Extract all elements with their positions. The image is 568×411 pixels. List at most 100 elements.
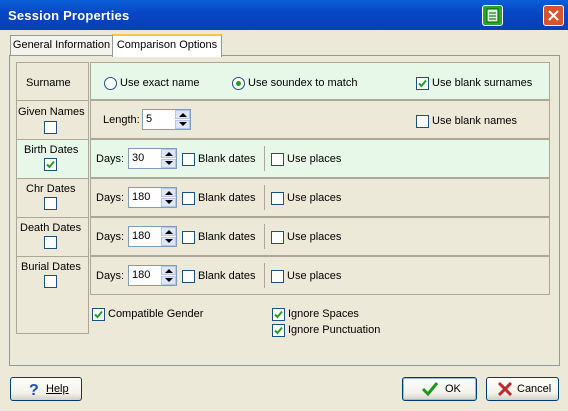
down-arrow-icon [179,122,187,126]
chr-dates-checkbox[interactable] [44,197,57,210]
divider [264,185,265,210]
divider [17,100,88,101]
compatible-gender-label: Compatible Gender [108,308,204,320]
death-blank-dates-label: Blank dates [198,231,256,243]
spin-down-button[interactable] [161,159,176,168]
chr-use-places-checkbox[interactable] [271,192,284,205]
chr-blank-dates-label: Blank dates [198,192,256,204]
birth-dates-checkbox[interactable] [44,158,57,171]
birth-blank-dates-checkbox[interactable] [182,153,195,166]
burial-use-places-label: Use places [287,270,342,282]
death-dates-label: Death Dates [20,222,82,234]
death-use-places-label: Use places [287,231,342,243]
up-arrow-icon [165,269,173,273]
help-button[interactable]: ? Help [10,377,82,401]
down-arrow-icon [165,239,173,243]
help-label: Help [46,383,69,395]
spin-down-button[interactable] [161,237,176,246]
window-icon-button[interactable] [482,5,503,26]
death-blank-dates-checkbox[interactable] [182,231,195,244]
chr-blank-dates-checkbox[interactable] [182,192,195,205]
chr-days-value: 180 [132,191,151,203]
chr-days-spinner[interactable]: 180 [128,187,177,208]
days-label: Days: [96,192,125,204]
days-label: Days: [96,231,125,243]
spin-up-button[interactable] [161,188,176,197]
tab-comparison-options[interactable]: Comparison Options [112,34,222,57]
use-blank-surnames-checkbox[interactable] [416,77,429,90]
divider [264,146,265,171]
birth-use-places-label: Use places [287,153,342,165]
surname-label: Surname [26,77,71,89]
divider [264,263,265,288]
death-days-spinner[interactable]: 180 [128,226,177,247]
cancel-x-icon [497,381,513,397]
divider [17,256,88,257]
spin-down-button[interactable] [175,120,190,129]
use-soundex-radio[interactable] [232,77,245,90]
spin-down-button[interactable] [161,198,176,207]
tab-label: Comparison Options [116,39,218,51]
birth-days-value: 30 [132,152,145,164]
up-arrow-icon [165,230,173,234]
ignore-spaces-checkbox[interactable] [272,308,285,321]
svg-text:?: ? [29,382,39,397]
spin-up-button[interactable] [161,149,176,158]
tab-label: General Information [12,39,111,51]
cancel-label: Cancel [517,383,552,395]
use-blank-names-checkbox[interactable] [416,115,429,128]
ignore-punctuation-checkbox[interactable] [272,324,285,337]
use-soundex-label: Use soundex to match [248,77,358,89]
tab-general-information[interactable]: General Information [10,35,113,55]
use-exact-name-radio[interactable] [104,77,117,90]
spin-up-button[interactable] [175,110,190,119]
down-arrow-icon [165,278,173,282]
birth-dates-label: Birth Dates [24,144,79,156]
help-icon: ? [29,382,39,397]
burial-blank-dates-label: Blank dates [198,270,256,282]
spin-down-button[interactable] [161,276,176,285]
given-names-checkbox[interactable] [44,121,57,134]
divider [17,178,88,179]
given-names-label: Given Names [18,106,85,118]
length-label: Length: [103,114,140,126]
spin-up-button[interactable] [161,227,176,236]
checkmark-icon [418,79,427,88]
checkmark-icon [46,160,55,169]
close-button[interactable] [543,5,564,26]
use-blank-names-label: Use blank names [432,115,517,127]
days-label: Days: [96,270,125,282]
ignore-punctuation-label: Ignore Punctuation [288,324,381,336]
divider [264,224,265,249]
burial-days-spinner[interactable]: 180 [128,265,177,286]
death-dates-checkbox[interactable] [44,236,57,249]
length-spinner[interactable]: 5 [142,109,191,130]
cancel-button[interactable]: Cancel [486,377,559,401]
birth-use-places-checkbox[interactable] [271,153,284,166]
ok-button[interactable]: OK [402,377,477,401]
checkmark-icon [274,310,283,319]
use-blank-surnames-label: Use blank surnames [432,77,533,89]
spin-up-button[interactable] [161,266,176,275]
divider [17,217,88,218]
close-icon [548,10,559,21]
chr-dates-label: Chr Dates [26,183,76,195]
ignore-spaces-label: Ignore Spaces [288,308,359,320]
session-icon [486,8,499,23]
ok-label: OK [445,383,461,395]
burial-days-value: 180 [132,269,151,281]
birth-days-spinner[interactable]: 30 [128,148,177,169]
burial-use-places-checkbox[interactable] [271,270,284,283]
death-use-places-checkbox[interactable] [271,231,284,244]
down-arrow-icon [165,200,173,204]
chr-use-places-label: Use places [287,192,342,204]
burial-blank-dates-checkbox[interactable] [182,270,195,283]
burial-dates-checkbox[interactable] [44,275,57,288]
up-arrow-icon [179,113,187,117]
use-exact-name-label: Use exact name [120,77,200,89]
burial-dates-label: Burial Dates [21,261,81,273]
length-value: 5 [146,113,153,125]
window-title: Session Properties [8,8,130,23]
compatible-gender-checkbox[interactable] [92,308,105,321]
death-days-value: 180 [132,230,151,242]
